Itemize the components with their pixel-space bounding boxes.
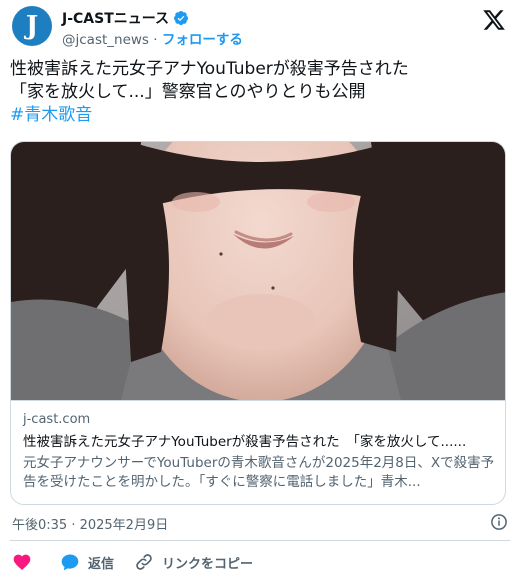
account-name[interactable]: J-CASTニュース — [62, 8, 169, 28]
tweet-timestamp[interactable]: 午後0:35 · 2025年2月9日 — [12, 514, 168, 533]
card-domain: j-cast.com — [23, 412, 91, 427]
copy-link-button[interactable]: リンクをコピー — [134, 552, 253, 572]
card-title[interactable]: 性被害訴えた元女子アナYouTuberが殺害予告された 「家を放火して.....… — [23, 432, 495, 452]
reply-button[interactable]: 返信 — [60, 552, 114, 572]
hashtag-link[interactable]: #青木歌音 — [10, 104, 510, 127]
account-handle[interactable]: @jcast_news — [62, 32, 149, 48]
x-logo-icon[interactable] — [482, 8, 506, 32]
info-icon[interactable] — [490, 513, 508, 531]
link-icon — [136, 554, 152, 570]
divider — [10, 540, 510, 541]
verified-badge-icon — [174, 11, 189, 26]
card-description: 元女子アナウンサーでYouTuberの青木歌音さんが2025年2月8日、Xで殺害… — [23, 455, 495, 490]
avatar[interactable]: J — [12, 6, 52, 46]
card-image[interactable] — [11, 142, 505, 400]
handle-row: @jcast_news · フォローする — [62, 28, 243, 48]
separator: · — [153, 32, 158, 48]
tweet-text-line-2: 「家を放火して...」警察官とのやりとりも公開 — [10, 82, 366, 102]
tweet-header: J J-CASTニュース @jcast_news · フォローする — [10, 4, 510, 48]
tweet-text: 性被害訴えた元女子アナYouTuberが殺害予告された 「家を放火して...」警… — [10, 58, 510, 127]
like-button[interactable] — [12, 552, 40, 572]
account-name-row: J-CASTニュース — [62, 8, 189, 28]
follow-button[interactable]: フォローする — [162, 32, 243, 48]
link-card[interactable]: j-cast.com 性被害訴えた元女子アナYouTuberが殺害予告された 「… — [10, 141, 506, 505]
card-body[interactable]: j-cast.com 性被害訴えた元女子アナYouTuberが殺害予告された 「… — [11, 400, 505, 504]
action-bar: 返信 リンクをコピー — [12, 551, 273, 573]
card-photo — [11, 142, 505, 400]
heart-icon — [13, 554, 31, 570]
copy-link-label: リンクをコピー — [162, 556, 254, 572]
reply-label: 返信 — [88, 556, 115, 572]
reply-bubble-icon — [61, 554, 79, 571]
tweet-text-line-1: 性被害訴えた元女子アナYouTuberが殺害予告された — [10, 59, 409, 79]
